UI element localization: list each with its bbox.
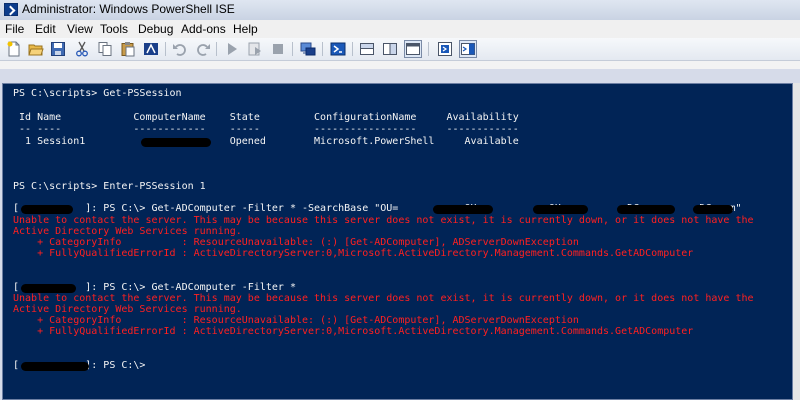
menu-edit[interactable]: Edit [35, 22, 56, 36]
redacted-ou [533, 205, 588, 214]
console-pane[interactable]: PS C:\scripts> Get-PSSession Id Name Com… [2, 83, 793, 400]
console-table-header: Id Name ComputerName State Configuration… [13, 112, 519, 123]
window-title: Administrator: Windows PowerShell ISE [22, 2, 235, 16]
toolbar-separator [216, 42, 217, 56]
console-error-line: + FullyQualifiedErrorId : ActiveDirector… [13, 326, 694, 337]
script-pane-collapsed [0, 61, 800, 69]
console-scrollbar[interactable] [793, 83, 800, 400]
menu-debug[interactable]: Debug [138, 22, 173, 36]
powershell-icon[interactable] [330, 41, 346, 57]
stop-icon[interactable] [270, 41, 286, 57]
console-line: PS C:\scripts> Enter-PSSession 1 [13, 181, 206, 192]
title-bar: Administrator: Windows PowerShell ISE [0, 0, 800, 21]
menu-view[interactable]: View [67, 22, 93, 36]
toolbar-separator [322, 42, 323, 56]
powershell-ise-app-icon [4, 3, 18, 16]
menu-help[interactable]: Help [233, 22, 258, 36]
redacted-computername [141, 138, 211, 147]
redacted-session-name [21, 284, 76, 293]
redacted-session-name [21, 205, 73, 214]
save-icon[interactable] [50, 41, 66, 57]
menu-file[interactable]: File [5, 22, 24, 36]
open-icon[interactable] [28, 41, 44, 57]
toolbar [0, 38, 800, 61]
toolbar-separator [352, 42, 353, 56]
new-icon[interactable] [6, 41, 22, 57]
menu-bar: File Edit View Tools Debug Add-ons Help [0, 20, 800, 38]
toolbar-separator [292, 42, 293, 56]
redacted-ou [617, 205, 675, 214]
copy-icon[interactable] [97, 41, 113, 57]
paste-icon[interactable] [120, 41, 136, 57]
cut-icon[interactable] [74, 41, 90, 57]
run-script-icon[interactable] [224, 41, 240, 57]
show-addon-pane-icon[interactable] [459, 40, 477, 58]
show-script-pane-top-icon[interactable] [359, 41, 375, 57]
console-error-line: + FullyQualifiedErrorId : ActiveDirector… [13, 248, 694, 259]
show-script-pane-right-icon[interactable] [382, 41, 398, 57]
toolbar-separator [165, 42, 166, 56]
redacted-session-name [21, 362, 89, 371]
menu-tools[interactable]: Tools [100, 22, 128, 36]
run-selection-icon[interactable] [247, 41, 263, 57]
pane-splitter[interactable] [0, 69, 800, 83]
clear-console-icon[interactable] [143, 41, 159, 57]
redo-icon[interactable] [195, 41, 211, 57]
console-table-underline: -- ---- ------------ ----- -------------… [13, 124, 519, 135]
console-line: PS C:\scripts> Get-PSSession [13, 88, 182, 99]
show-script-pane-maximized-icon[interactable] [404, 40, 422, 58]
remote-powershell-icon[interactable] [300, 41, 316, 57]
console-table-row: 1 Session1 Opened Microsoft.PowerShell A… [13, 136, 519, 147]
undo-icon[interactable] [172, 41, 188, 57]
redacted-dc [693, 205, 733, 214]
toolbar-separator [428, 42, 429, 56]
show-commands-icon[interactable] [437, 41, 453, 57]
redacted-ou [433, 205, 493, 214]
menu-add-ons[interactable]: Add-ons [181, 22, 226, 36]
